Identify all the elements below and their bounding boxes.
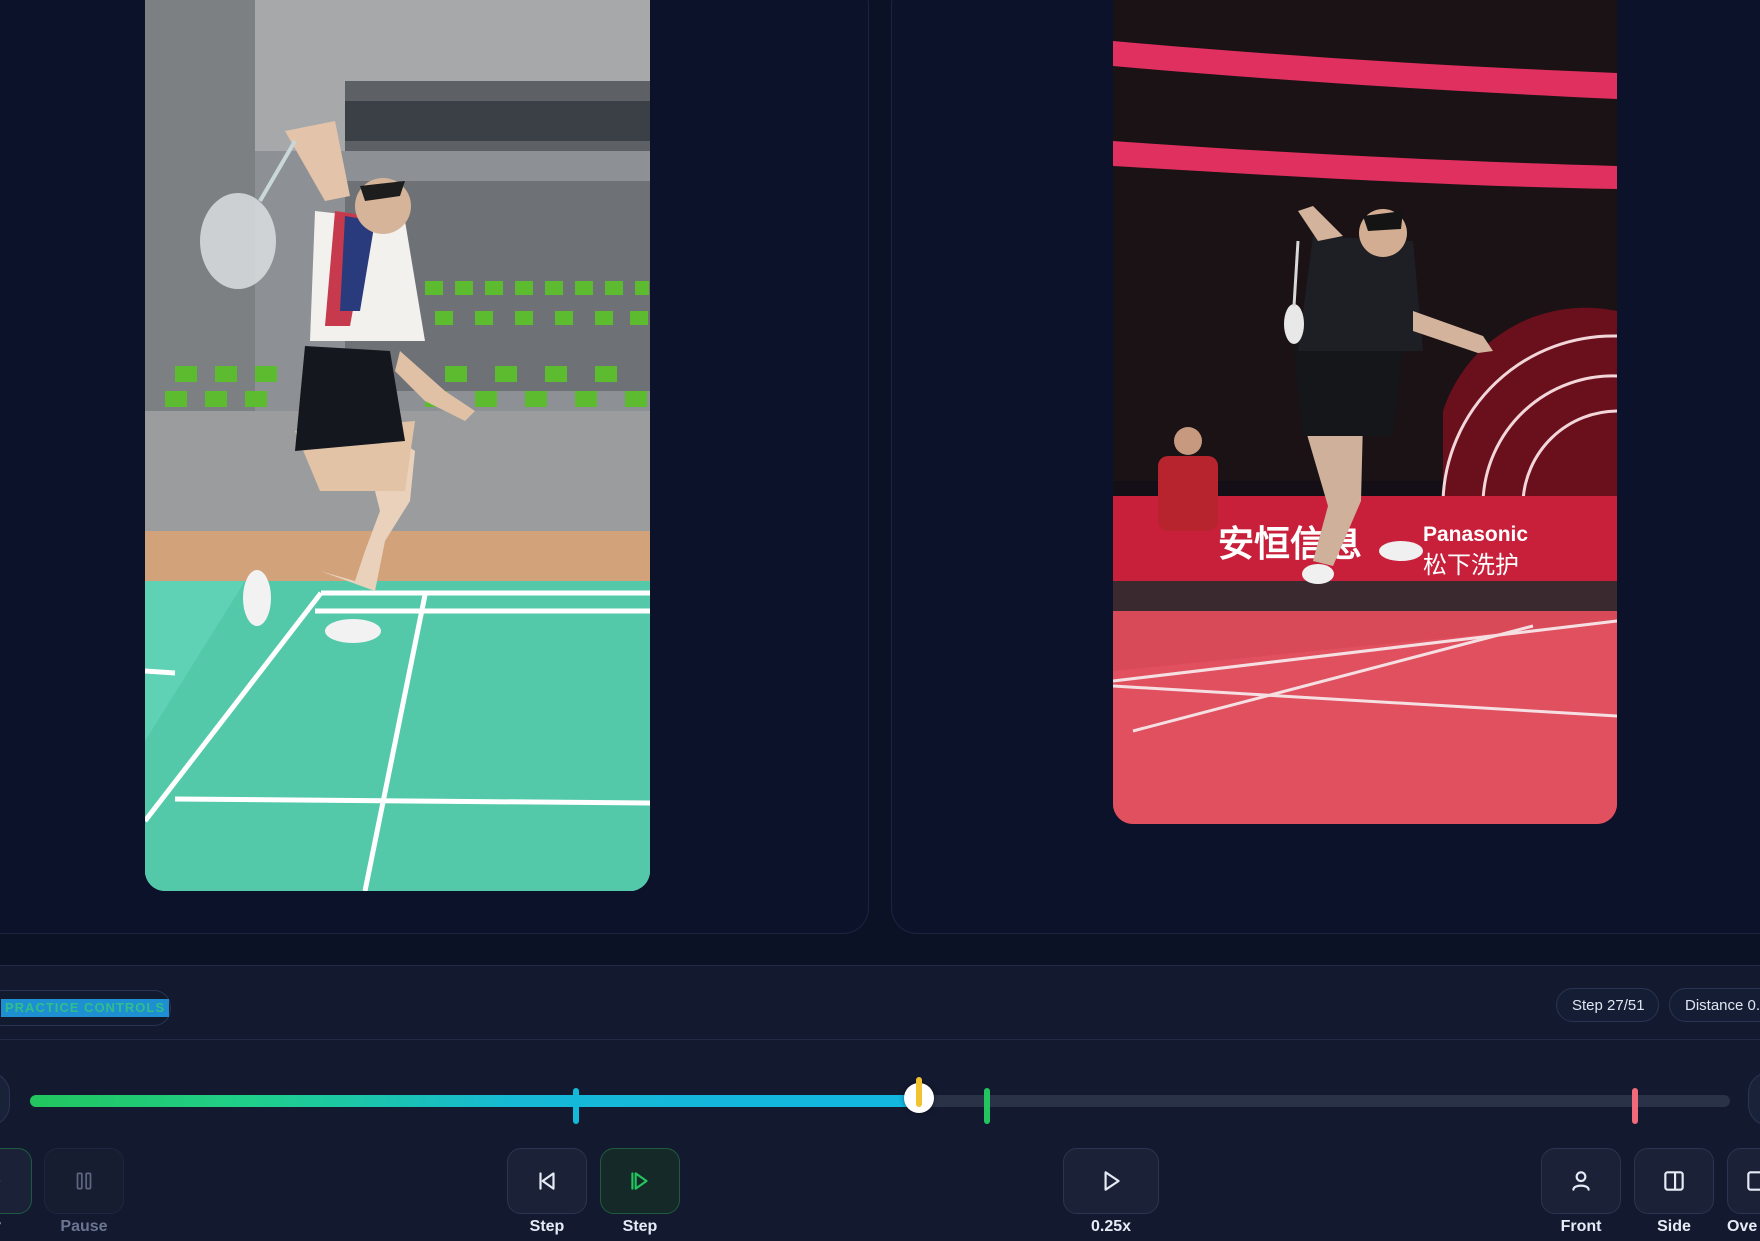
step-forward-label: Step xyxy=(622,1218,658,1235)
play-label: y xyxy=(0,1218,12,1236)
phase-marker-3[interactable] xyxy=(1631,1088,1638,1124)
phase-marker-2[interactable] xyxy=(984,1088,991,1124)
practice-controls-label: PRACTICE CONTROLS xyxy=(1,999,169,1017)
timeline-progress xyxy=(30,1095,920,1107)
pause-button[interactable] xyxy=(44,1148,124,1214)
user-video-frame xyxy=(145,0,650,891)
timeline-right-handle[interactable] xyxy=(1748,1072,1760,1126)
timeline-slider[interactable] xyxy=(30,1077,1730,1124)
distance-chip: Distance 0. xyxy=(1669,988,1760,1022)
step-counter-chip: Step 27/51 xyxy=(1556,988,1659,1022)
side-panel-icon xyxy=(1664,1171,1684,1191)
step-back-label: Step xyxy=(529,1218,565,1235)
step-back-icon xyxy=(539,1172,555,1190)
user-video[interactable] xyxy=(145,0,650,891)
timeline-left-handle[interactable] xyxy=(0,1072,10,1126)
play-button[interactable] xyxy=(0,1148,32,1214)
pause-icon xyxy=(76,1172,92,1190)
play-icon xyxy=(0,1180,1,1182)
overlay-label: Ove xyxy=(1727,1218,1758,1235)
front-view-button[interactable] xyxy=(1541,1148,1621,1214)
timeline-thumb[interactable] xyxy=(904,1077,935,1113)
phase-marker-1[interactable] xyxy=(572,1088,579,1124)
overlay-button[interactable] xyxy=(1727,1148,1760,1214)
controls-divider xyxy=(0,1039,1760,1040)
reference-video-frame: 安恒信息 Panasonic 松下洗护 xyxy=(1113,0,1617,824)
banner-brand-text: Panasonic xyxy=(1423,523,1528,546)
front-label: Front xyxy=(1560,1218,1602,1235)
step-back-button[interactable] xyxy=(507,1148,587,1214)
speed-play-button[interactable] xyxy=(1063,1148,1159,1214)
speed-label: 0.25x xyxy=(1090,1218,1132,1235)
side-label: Side xyxy=(1657,1218,1691,1235)
banner-brand-sub: 松下洗护 xyxy=(1423,551,1519,579)
play-outline-icon xyxy=(1104,1171,1120,1191)
side-view-button[interactable] xyxy=(1634,1148,1714,1214)
playback-controls: PRACTICE CONTROLS Step 27/51 Distance 0.… xyxy=(0,965,1760,1241)
step-forward-icon xyxy=(631,1172,648,1190)
current-frame-marker xyxy=(916,1077,923,1107)
practice-controls-tag: PRACTICE CONTROLS xyxy=(0,990,171,1026)
step-forward-button[interactable] xyxy=(600,1148,680,1214)
person-icon xyxy=(1572,1171,1590,1191)
right-video-panel: 安恒信息 Panasonic 松下洗护 xyxy=(891,0,1760,934)
pause-label: Pause xyxy=(60,1218,108,1235)
reference-video[interactable]: 安恒信息 Panasonic 松下洗护 xyxy=(1113,0,1617,824)
left-video-panel xyxy=(0,0,869,934)
overlay-icon xyxy=(1747,1171,1760,1191)
